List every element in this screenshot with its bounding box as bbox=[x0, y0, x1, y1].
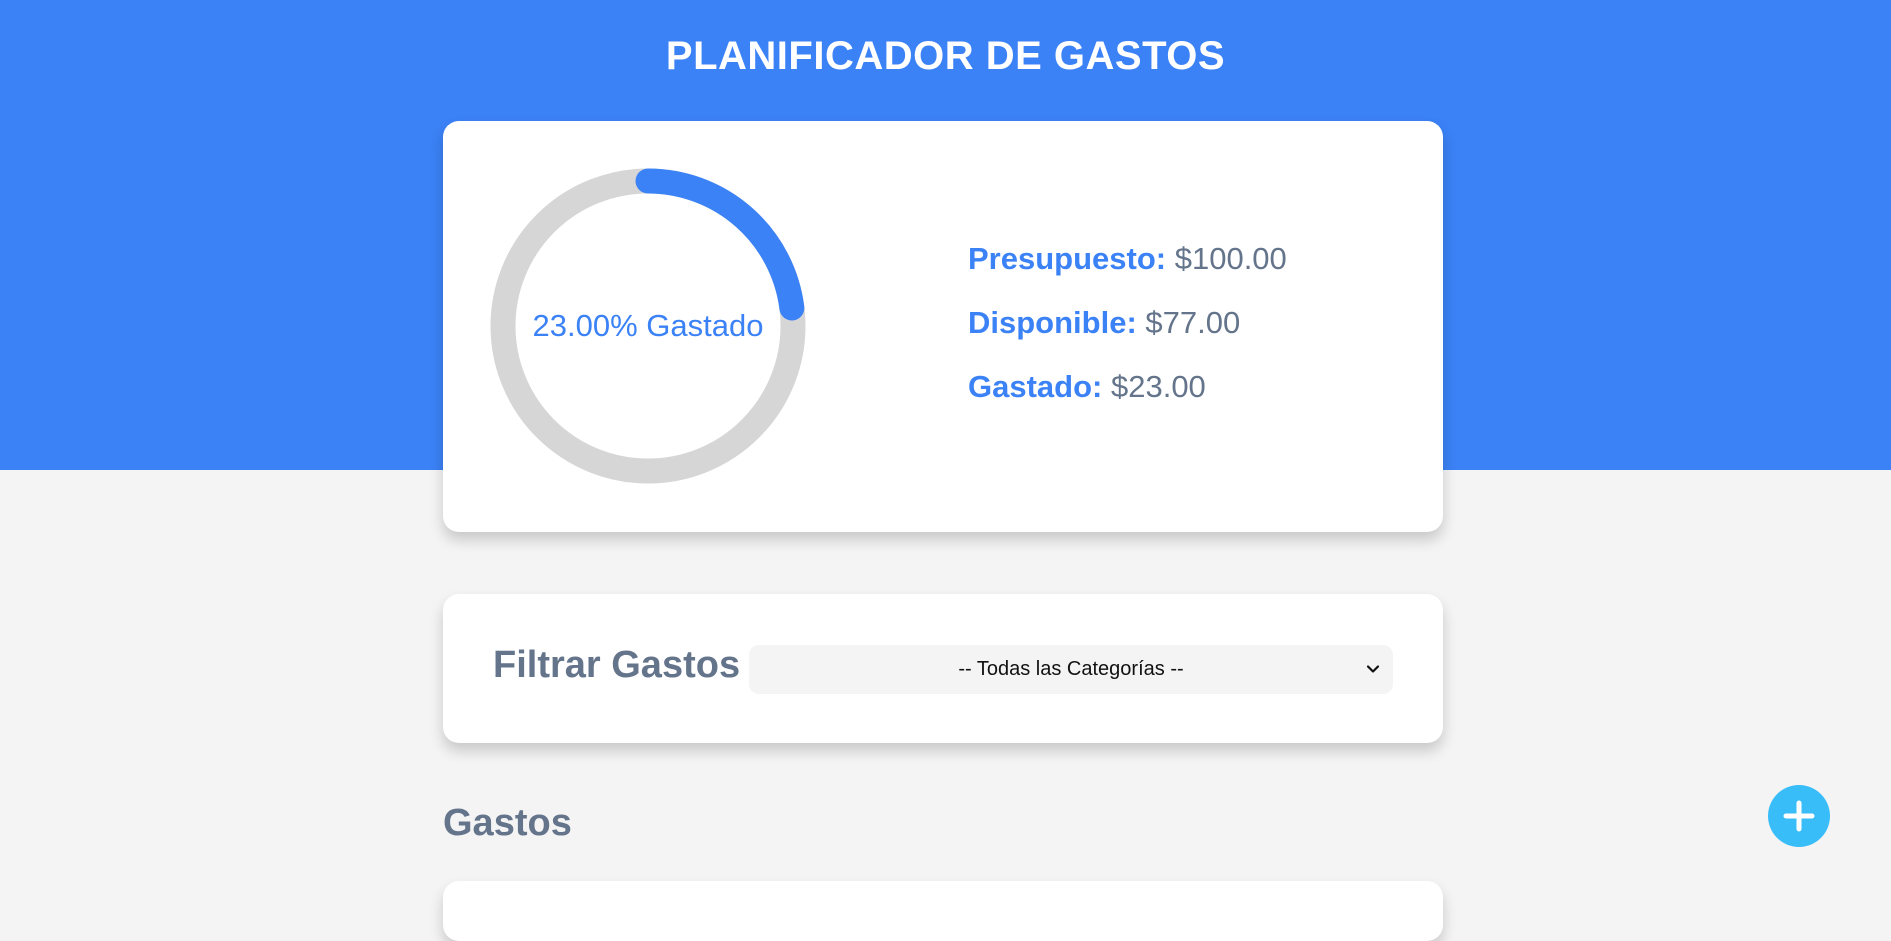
stat-available-label: Disponible: bbox=[968, 305, 1137, 340]
filter-title: Filtrar Gastos bbox=[493, 644, 741, 686]
stat-budget-label: Presupuesto: bbox=[968, 241, 1167, 276]
stat-spent-value: $23.00 bbox=[1110, 369, 1206, 404]
stat-budget-value: $100.00 bbox=[1174, 241, 1287, 276]
category-filter-selected: -- Todas las Categorías -- bbox=[958, 658, 1184, 680]
expense-list-card bbox=[443, 881, 1443, 941]
stat-spent-label: Gastado: bbox=[968, 369, 1103, 404]
chevron-down-icon bbox=[1366, 665, 1380, 673]
budget-card: 23.00% Gastado Presupuesto: $100.00 Disp… bbox=[443, 121, 1443, 532]
stat-budget: Presupuesto: $100.00 bbox=[968, 241, 1287, 305]
stat-available: Disponible: $77.00 bbox=[968, 305, 1287, 369]
category-filter-select[interactable]: -- Todas las Categorías -- bbox=[749, 645, 1393, 694]
expenses-title: Gastos bbox=[443, 802, 572, 844]
add-expense-button[interactable] bbox=[1768, 785, 1830, 847]
app-title: PLANIFICADOR DE GASTOS bbox=[665, 34, 1226, 78]
budget-stats: Presupuesto: $100.00 Disponible: $77.00 … bbox=[968, 241, 1287, 433]
progress-label: 23.00% Gastado bbox=[532, 308, 764, 343]
plus-icon bbox=[1783, 800, 1815, 832]
stat-spent: Gastado: $23.00 bbox=[968, 369, 1287, 433]
stat-available-value: $77.00 bbox=[1145, 305, 1241, 340]
filter-card: Filtrar Gastos -- Todas las Categorías -… bbox=[443, 594, 1443, 743]
